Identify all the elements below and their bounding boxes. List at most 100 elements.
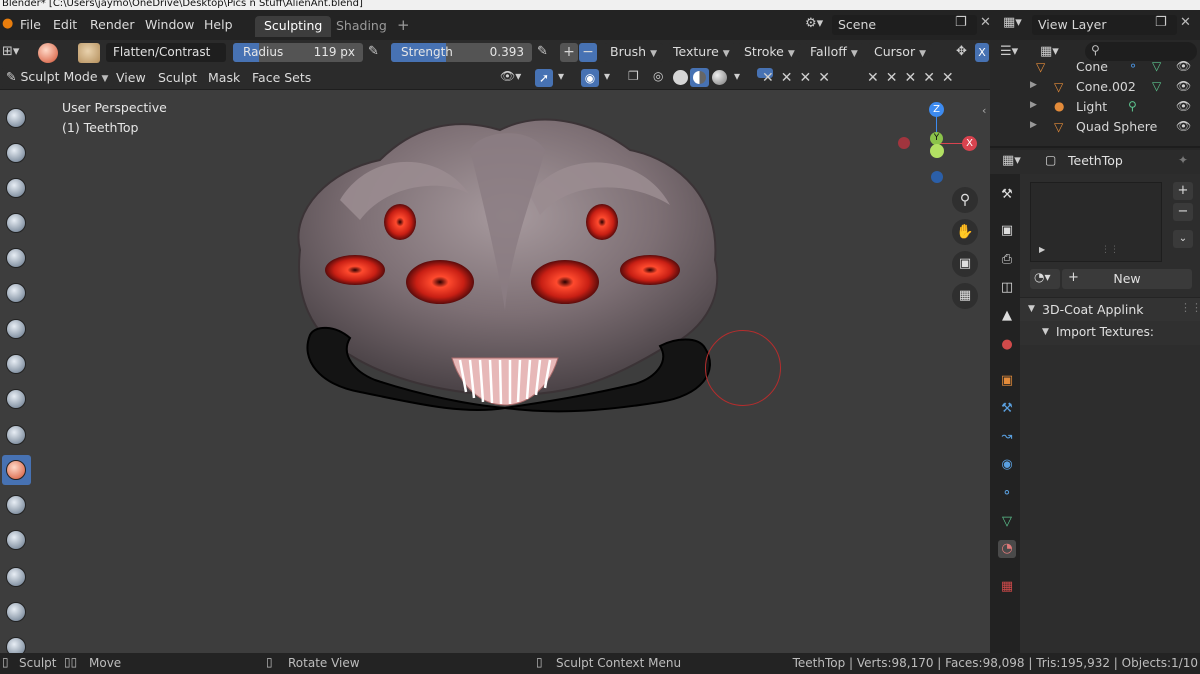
cursor-dropdown[interactable]: Cursor ▼ <box>868 43 933 62</box>
rendered-shading-icon[interactable] <box>712 70 727 85</box>
brush-dropdown[interactable]: Brush ▼ <box>604 43 663 62</box>
tool-tab-icon[interactable]: ⚒ <box>998 186 1016 204</box>
brush-texture-icon[interactable] <box>78 43 100 63</box>
close-scene-icon[interactable]: ✕ <box>980 15 991 30</box>
render-tab-icon[interactable]: ▣ <box>998 222 1016 240</box>
panel-grip-icon[interactable]: ⋮⋮ <box>1180 301 1200 314</box>
wireframe-shading-icon[interactable]: ◎ <box>653 69 663 83</box>
gizmo-neg-x-icon[interactable] <box>898 137 910 149</box>
menu-edit[interactable]: Edit <box>53 17 77 32</box>
tool-flatten[interactable] <box>2 455 31 485</box>
xray-icon[interactable]: ❐ <box>628 69 639 83</box>
tool-clay[interactable] <box>2 173 31 203</box>
gizmo-dropdown-icon[interactable]: ▾ <box>558 69 564 83</box>
copy-view-layer-icon[interactable]: ❐ <box>1155 15 1167 30</box>
x-toggles-2-icon[interactable]: ✕✕✕✕✕ <box>867 70 961 86</box>
add-slot-button[interactable]: + <box>1173 182 1193 200</box>
menu-view[interactable]: View <box>116 70 146 85</box>
gizmo-x-icon[interactable]: X <box>962 136 977 151</box>
material-tab-icon[interactable]: ◔ <box>998 540 1016 558</box>
grid-icon[interactable]: ▦ <box>952 283 978 309</box>
physics-tab-icon[interactable]: ◉ <box>998 456 1016 474</box>
scene-icon[interactable]: ⚙▾ <box>805 16 823 31</box>
menu-face-sets[interactable]: Face Sets <box>252 70 311 85</box>
view-layer-icon[interactable]: ▦▾ <box>1003 15 1022 30</box>
brush-name-field[interactable]: Flatten/Contrast <box>106 43 226 62</box>
outliner-row[interactable]: ▶ ● Light ⚲ 👁 <box>990 98 1200 118</box>
output-tab-icon[interactable]: ⎙ <box>998 251 1016 269</box>
gizmo-z-icon[interactable]: Z <box>929 102 944 117</box>
camera-icon[interactable]: ▣ <box>952 251 978 277</box>
particles-tab-icon[interactable]: ↝ <box>998 428 1016 446</box>
alien-model[interactable] <box>280 110 740 440</box>
menu-mask[interactable]: Mask <box>208 70 240 85</box>
data-tab-icon[interactable]: ▽ <box>998 513 1016 531</box>
material-slot-list[interactable]: ▶ ⋮⋮ <box>1030 182 1162 262</box>
zoom-icon[interactable]: ⚲ <box>952 187 978 213</box>
scene-tab-icon[interactable]: ▲ <box>998 307 1016 325</box>
tool-crease[interactable] <box>2 384 31 414</box>
tool-inflate[interactable] <box>2 314 31 344</box>
list-grip-icon[interactable]: ⋮⋮ <box>1101 245 1119 255</box>
shading-dropdown-icon[interactable]: ▾ <box>734 69 740 83</box>
properties-editor-icon[interactable]: ▦▾ <box>1002 153 1021 168</box>
falloff-dropdown[interactable]: Falloff ▼ <box>804 43 864 62</box>
expand-arrow-icon[interactable]: ▶ <box>1030 120 1037 130</box>
eye-icon[interactable]: 👁 <box>1176 119 1191 133</box>
stroke-dropdown[interactable]: Stroke ▼ <box>738 43 801 62</box>
copy-scene-icon[interactable]: ❐ <box>955 15 967 30</box>
x-toggles-icon[interactable]: ✕✕✕✕ <box>762 70 837 86</box>
outliner-search-input[interactable]: ⚲ <box>1085 42 1197 61</box>
menu-help[interactable]: Help <box>204 17 233 32</box>
expand-arrow-icon[interactable]: ▶ <box>1030 80 1037 90</box>
3d-viewport[interactable]: User Perspective (1) TeethTop Z Y X ⚲ ✋ … <box>0 90 990 653</box>
overlay-toggle-icon[interactable]: ◉ <box>581 69 599 87</box>
tab-sculpting[interactable]: Sculpting <box>255 16 332 37</box>
pan-hand-icon[interactable]: ✋ <box>952 219 978 245</box>
tool-scrape[interactable] <box>2 525 31 555</box>
strength-slider[interactable]: Strength 0.393 <box>391 43 532 62</box>
pin-icon[interactable]: ✦ <box>1178 153 1188 167</box>
blender-logo-icon[interactable]: ● <box>2 16 14 31</box>
tool-draw[interactable] <box>2 103 31 133</box>
new-material-button[interactable]: + New <box>1062 269 1192 289</box>
subpanel-header[interactable]: ▼ Import Textures: <box>1020 321 1200 345</box>
tool-clay-strips[interactable] <box>2 208 31 238</box>
outliner-row[interactable]: ▶ ▽ Quad Sphere 👁 <box>990 118 1200 138</box>
menu-window[interactable]: Window <box>145 17 194 32</box>
texture-dropdown[interactable]: Texture ▼ <box>667 43 736 62</box>
visibility-icon[interactable]: 👁▾ <box>500 69 521 83</box>
tool-fill[interactable] <box>2 490 31 520</box>
world-tab-icon[interactable]: ● <box>998 336 1016 354</box>
tool-pinch[interactable] <box>2 597 31 627</box>
constraints-tab-icon[interactable]: ⚬ <box>998 485 1016 503</box>
panel-header[interactable]: ▼ 3D-Coat Applink ⋮⋮ <box>1020 297 1200 321</box>
menu-render[interactable]: Render <box>90 17 135 32</box>
outliner-row[interactable]: ▶ ▽ Cone.002 ▽ 👁 <box>990 78 1200 98</box>
outliner-row[interactable]: ▽ Cone ⚬ ▽ 👁 <box>990 60 1200 78</box>
strength-pressure-icon[interactable]: ✎ <box>537 44 548 59</box>
slot-specials-icon[interactable]: ⌄ <box>1173 230 1193 248</box>
tool-clay-thumb[interactable] <box>2 243 31 273</box>
browse-material-icon[interactable]: ◔▾ <box>1030 269 1060 289</box>
sidebar-collapse-icon[interactable]: ‹ <box>982 104 986 117</box>
close-view-layer-icon[interactable]: ✕ <box>1180 15 1191 30</box>
radius-pressure-icon[interactable]: ✎ <box>368 44 379 59</box>
tool-layer[interactable] <box>2 278 31 308</box>
texture-tab-icon[interactable]: ▦ <box>998 578 1016 596</box>
tool-smooth[interactable] <box>2 420 31 450</box>
symmetry-icon[interactable]: ✥ <box>956 44 967 59</box>
brush-preview-icon[interactable] <box>38 43 58 63</box>
overlay-dropdown-icon[interactable]: ▾ <box>604 69 610 83</box>
mirror-x-button[interactable]: X <box>975 43 989 62</box>
tab-shading[interactable]: Shading <box>327 16 396 37</box>
object-tab-icon[interactable]: ▣ <box>998 372 1016 390</box>
view-layer-tab-icon[interactable]: ◫ <box>998 279 1016 297</box>
menu-sculpt[interactable]: Sculpt <box>158 70 197 85</box>
tool-mode-icon[interactable]: ⊞▾ <box>2 44 19 59</box>
subtract-mode-button[interactable]: − <box>579 43 597 62</box>
material-shading-icon[interactable] <box>690 68 709 87</box>
add-workspace-button[interactable]: + <box>388 14 419 35</box>
tool-blob[interactable] <box>2 349 31 379</box>
tool-draw-sharp[interactable] <box>2 138 31 168</box>
